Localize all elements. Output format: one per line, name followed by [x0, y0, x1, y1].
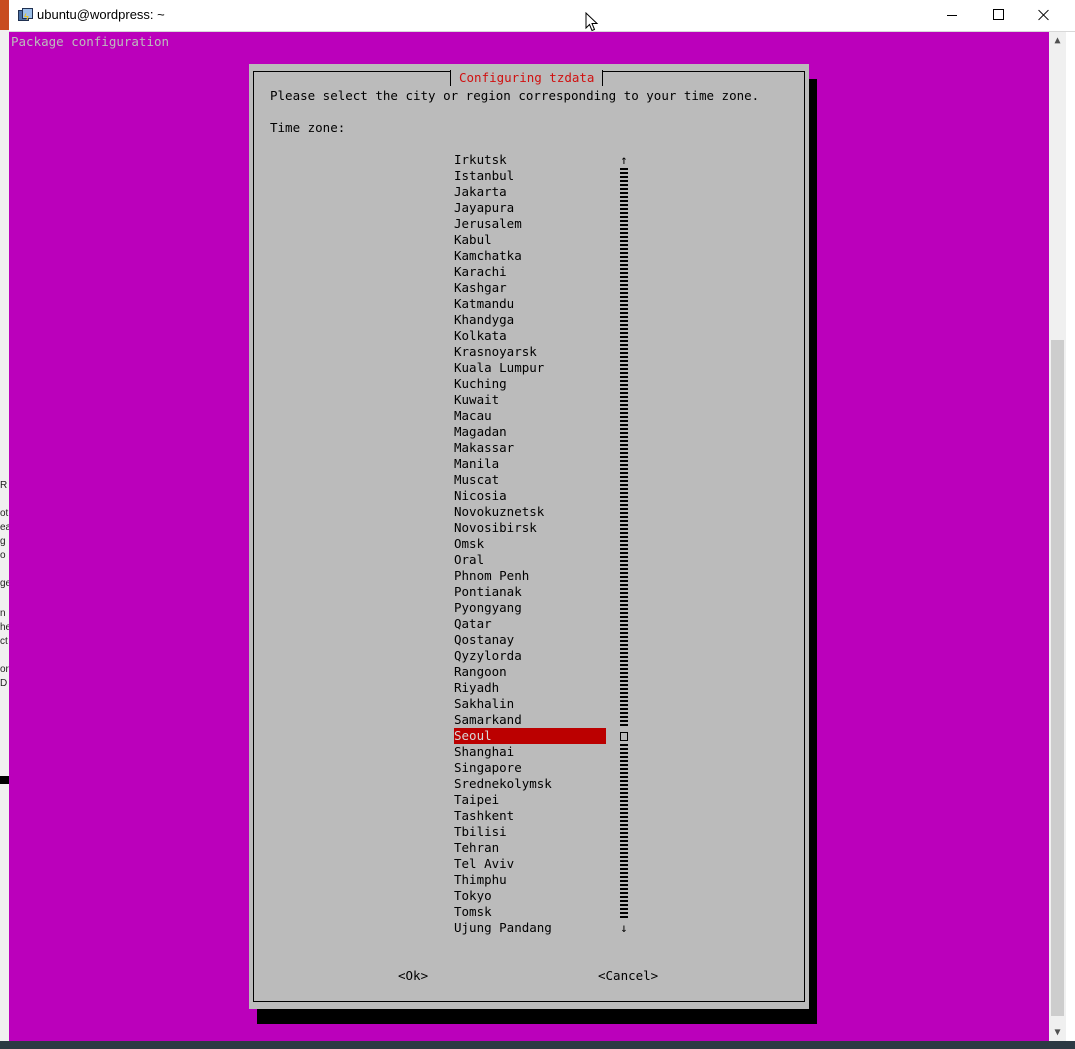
- background-text-fragment: R: [0, 480, 8, 491]
- time-zone-option[interactable]: Thimphu: [454, 872, 606, 888]
- tzdata-dialog: Configuring tzdata Please select the cit…: [249, 64, 809, 1009]
- background-text-fragment: n: [0, 608, 6, 619]
- time-zone-option[interactable]: Kuala Lumpur: [454, 360, 606, 376]
- time-zone-option[interactable]: Istanbul: [454, 168, 606, 184]
- dialog-frame: Configuring tzdata Please select the cit…: [253, 70, 805, 1002]
- time-zone-option[interactable]: Magadan: [454, 424, 606, 440]
- time-zone-option[interactable]: Jerusalem: [454, 216, 606, 232]
- time-zone-option[interactable]: Qatar: [454, 616, 606, 632]
- background-window-accent: [0, 0, 9, 30]
- cancel-button[interactable]: <Cancel>: [598, 968, 658, 984]
- time-zone-option[interactable]: Muscat: [454, 472, 606, 488]
- terminal-screen[interactable]: Package configuration Configuring tzdata…: [9, 32, 1049, 1041]
- time-zone-option[interactable]: Pyongyang: [454, 600, 606, 616]
- time-zone-option[interactable]: Omsk: [454, 536, 606, 552]
- list-scroll-track[interactable]: [620, 168, 628, 920]
- package-configuration-header: Package configuration: [11, 34, 170, 49]
- putty-icon: ϟ: [18, 8, 33, 22]
- time-zone-option[interactable]: Rangoon: [454, 664, 606, 680]
- list-scroll-down-icon[interactable]: ↓: [620, 920, 628, 936]
- mouse-cursor-icon: [585, 12, 599, 32]
- time-zone-option[interactable]: Phnom Penh: [454, 568, 606, 584]
- background-text-fragment: he: [0, 622, 9, 633]
- time-zone-option[interactable]: Singapore: [454, 760, 606, 776]
- background-text-fragment: or: [0, 664, 9, 675]
- time-zone-option[interactable]: Kashgar: [454, 280, 606, 296]
- time-zone-option[interactable]: Riyadh: [454, 680, 606, 696]
- maximize-button[interactable]: [975, 0, 1021, 31]
- time-zone-list[interactable]: Irkutsk Istanbul Jakarta Jayapura Jerusalem K…: [454, 152, 606, 936]
- minimize-icon: [947, 15, 957, 16]
- time-zone-option[interactable]: Pontianak: [454, 584, 606, 600]
- minimize-button[interactable]: [929, 0, 975, 31]
- time-zone-option[interactable]: Jakarta: [454, 184, 606, 200]
- time-zone-option[interactable]: Tashkent: [454, 808, 606, 824]
- background-window-strip: R ot ea g o ge n he ct or D: [0, 0, 9, 1049]
- background-window-bar: [0, 776, 9, 784]
- time-zone-option[interactable]: Srednekolymsk: [454, 776, 606, 792]
- time-zone-option[interactable]: Makassar: [454, 440, 606, 456]
- time-zone-label: Time zone:: [270, 120, 346, 135]
- window-scrollbar-thumb[interactable]: [1051, 340, 1064, 1016]
- time-zone-option-selected[interactable]: Seoul: [454, 728, 606, 744]
- scroll-down-arrow-icon[interactable]: ▼: [1049, 1024, 1066, 1041]
- background-text-fragment: D: [0, 678, 8, 689]
- window-scrollbar[interactable]: ▲ ▼: [1049, 32, 1066, 1041]
- time-zone-option[interactable]: Tokyo: [454, 888, 606, 904]
- time-zone-option[interactable]: Tbilisi: [454, 824, 606, 840]
- time-zone-option[interactable]: Karachi: [454, 264, 606, 280]
- time-zone-option[interactable]: Jayapura: [454, 200, 606, 216]
- window-right-edge: [1066, 32, 1075, 1041]
- time-zone-option[interactable]: Kuching: [454, 376, 606, 392]
- time-zone-option[interactable]: Krasnoyarsk: [454, 344, 606, 360]
- time-zone-option[interactable]: Tomsk: [454, 904, 606, 920]
- time-zone-option[interactable]: Sakhalin: [454, 696, 606, 712]
- time-zone-option[interactable]: Shanghai: [454, 744, 606, 760]
- dialog-prompt: Please select the city or region corresp…: [270, 88, 760, 103]
- time-zone-option[interactable]: Qostanay: [454, 632, 606, 648]
- time-zone-option[interactable]: Kabul: [454, 232, 606, 248]
- time-zone-option[interactable]: Kolkata: [454, 328, 606, 344]
- time-zone-option[interactable]: Macau: [454, 408, 606, 424]
- background-text-fragment: ge: [0, 578, 9, 589]
- maximize-icon: [993, 9, 1004, 20]
- time-zone-option[interactable]: Kamchatka: [454, 248, 606, 264]
- time-zone-option[interactable]: Katmandu: [454, 296, 606, 312]
- time-zone-option[interactable]: Ujung Pandang: [454, 920, 606, 936]
- scroll-up-arrow-icon[interactable]: ▲: [1049, 32, 1066, 49]
- time-zone-option[interactable]: Irkutsk: [454, 152, 606, 168]
- dialog-title: Configuring tzdata: [450, 70, 604, 86]
- time-zone-option[interactable]: Khandyga: [454, 312, 606, 328]
- time-zone-option[interactable]: Taipei: [454, 792, 606, 808]
- background-text-fragment: ea: [0, 522, 9, 533]
- time-zone-option[interactable]: Oral: [454, 552, 606, 568]
- time-zone-option[interactable]: Tel Aviv: [454, 856, 606, 872]
- background-text-fragment: o: [0, 550, 6, 561]
- taskbar: [0, 1041, 1075, 1049]
- time-zone-option[interactable]: Qyzylorda: [454, 648, 606, 664]
- window-title: ubuntu@wordpress: ~: [37, 7, 165, 22]
- ok-button[interactable]: <Ok>: [398, 968, 428, 984]
- time-zone-option[interactable]: Novokuznetsk: [454, 504, 606, 520]
- time-zone-option[interactable]: Nicosia: [454, 488, 606, 504]
- list-scroll-thumb[interactable]: [620, 728, 628, 744]
- background-text-fragment: ot: [0, 508, 9, 519]
- time-zone-option[interactable]: Samarkand: [454, 712, 606, 728]
- close-button[interactable]: [1021, 0, 1067, 31]
- time-zone-option[interactable]: Novosibirsk: [454, 520, 606, 536]
- time-zone-option[interactable]: Kuwait: [454, 392, 606, 408]
- list-scroll-up-icon[interactable]: ↑: [620, 152, 628, 168]
- background-text-fragment: ct: [0, 636, 8, 647]
- time-zone-option[interactable]: Tehran: [454, 840, 606, 856]
- background-text-fragment: g: [0, 536, 6, 547]
- time-zone-option[interactable]: Manila: [454, 456, 606, 472]
- window-titlebar[interactable]: ϟ ubuntu@wordpress: ~: [9, 0, 1075, 32]
